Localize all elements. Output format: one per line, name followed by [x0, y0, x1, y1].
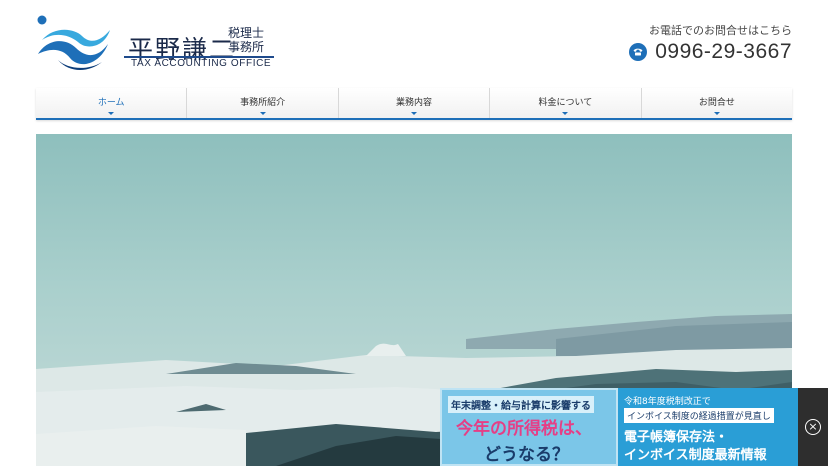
- office-type-line2: 事務所: [228, 40, 265, 54]
- nav-item-home[interactable]: ホーム: [36, 88, 188, 118]
- contact-label: お電話でのお問合せはこちら: [649, 24, 792, 37]
- phone-icon: [629, 43, 648, 61]
- banner-line2: インボイス制度の経過措置が見直し: [624, 408, 774, 423]
- office-type: 税理士 事務所: [228, 26, 272, 54]
- chevron-down-icon: [259, 112, 266, 115]
- promo-banners: 年末調整・給与計算に影響する 今年の所得税は、 どうなる？ 令和8年度税制改正で…: [440, 388, 828, 466]
- nav-item-about[interactable]: 事務所紹介: [187, 88, 339, 118]
- office-logo[interactable]: 平野謙二 税理士 事務所 TAX ACCOUNTING OFFICE: [36, 14, 276, 74]
- income-tax-banner[interactable]: 年末調整・給与計算に影響する 今年の所得税は、 どうなる？: [440, 388, 618, 466]
- nav-item-label: 業務内容: [396, 98, 433, 108]
- banner-line4: インボイス制度最新情報: [624, 448, 767, 463]
- office-english-name: TAX ACCOUNTING OFFICE: [131, 58, 272, 69]
- nav-item-label: お問合せ: [698, 98, 735, 108]
- phone-link[interactable]: 0996-29-3667: [629, 40, 792, 64]
- office-type-line1: 税理士: [228, 26, 265, 40]
- nav-item-services[interactable]: 業務内容: [339, 88, 491, 118]
- nav-item-label: ホーム: [97, 98, 125, 108]
- chevron-down-icon: [713, 112, 720, 115]
- banner-headline: 年末調整・給与計算に影響する: [448, 396, 594, 413]
- banner-subtitle: どうなる？: [484, 445, 569, 465]
- wave-logo-icon: [37, 15, 110, 70]
- invoice-banner[interactable]: 令和8年度税制改正で インボイス制度の経過措置が見直し 電子帳簿保存法・ インボ…: [618, 388, 798, 466]
- global-nav: ホーム 事務所紹介 業務内容 料金について お問合せ: [36, 88, 792, 120]
- banner-title: 今年の所得税は、: [456, 419, 592, 439]
- phone-number[interactable]: 0996-29-3667: [655, 40, 792, 64]
- banner-line1: 令和8年度税制改正で: [624, 397, 711, 407]
- chevron-down-icon: [411, 112, 418, 115]
- nav-item-fees[interactable]: 料金について: [490, 88, 642, 118]
- nav-item-label: 事務所紹介: [240, 98, 286, 108]
- close-icon[interactable]: ×: [805, 419, 821, 435]
- chevron-down-icon: [562, 112, 569, 115]
- chevron-down-icon: [108, 112, 115, 115]
- banner-line3: 電子帳簿保存法・: [624, 430, 729, 445]
- nav-item-contact[interactable]: お問合せ: [642, 88, 792, 118]
- nav-item-label: 料金について: [538, 98, 593, 108]
- banner-close-area: ×: [798, 388, 828, 466]
- contact-block: お電話でのお問合せはこちら 0996-29-3667: [629, 22, 792, 64]
